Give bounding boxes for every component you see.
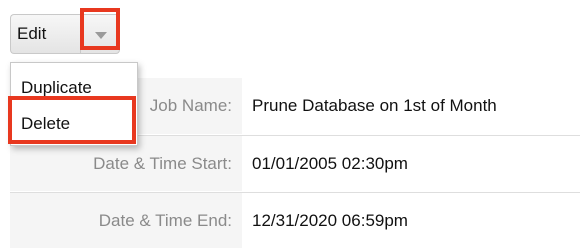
detail-value: Prune Database on 1st of Month [252, 96, 497, 115]
actions-dropdown-button[interactable] [80, 14, 120, 54]
caret-down-icon [95, 32, 107, 39]
detail-label: Date & Time End: [10, 193, 242, 248]
menu-item-duplicate[interactable]: Duplicate [11, 73, 137, 103]
detail-value: 12/31/2020 06:59pm [252, 211, 408, 230]
detail-value: 01/01/2005 02:30pm [252, 154, 408, 173]
edit-button[interactable]: Edit [10, 14, 80, 54]
detail-row-end: Date & Time End: 12/31/2020 06:59pm [10, 192, 580, 248]
actions-dropdown-menu: Duplicate Delete [10, 62, 138, 146]
menu-item-delete[interactable]: Delete [11, 107, 137, 141]
